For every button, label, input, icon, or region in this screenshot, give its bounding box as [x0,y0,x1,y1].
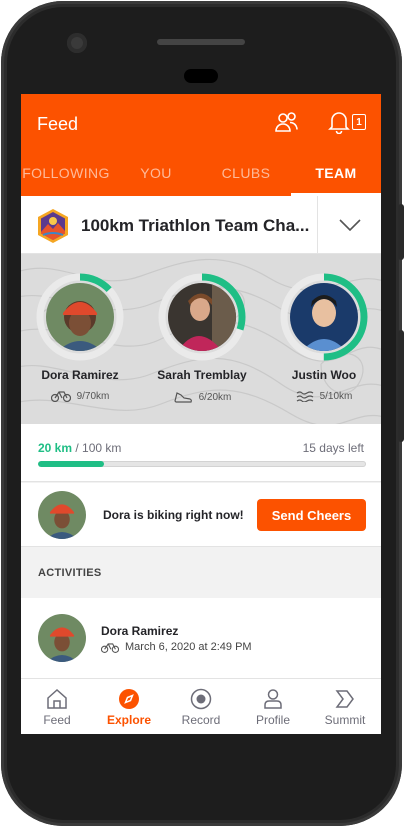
live-activity-card: Dora is biking right now! Send Cheers [21,483,381,547]
challenge-badge-icon [37,208,69,244]
team-progress-text: 20 km / 100 km [38,441,121,455]
progress-ring [279,272,369,362]
days-left: 15 days left [302,441,364,455]
progress-ring [157,272,247,362]
member-stat: 6/20km [147,390,257,404]
progress-ring [35,272,125,362]
nav-profile[interactable]: Profile [237,679,309,734]
nav-label: Record [181,713,221,727]
member-card-justin[interactable]: Justin Woo 5/10km [269,272,379,402]
nav-record[interactable]: Record [165,679,237,734]
nav-label: Feed [43,713,71,727]
home-icon [47,688,67,709]
member-name: Dora Ramirez [41,368,119,382]
member-stat: 5/10km [269,390,379,402]
progress-separator: / [72,441,83,455]
nav-label: Summit [324,713,366,727]
avatar [168,283,236,351]
member-stat-value: 5/10km [319,390,353,402]
activity-meta: March 6, 2020 at 2:49 PM [101,641,252,653]
bottom-navigation: Feed Explore Record Profile Summit [21,678,381,734]
chevron-down-icon [338,219,361,231]
member-card-sarah[interactable]: Sarah Tremblay 6/20km [147,272,257,404]
people-icon [275,112,298,132]
front-camera [67,33,87,53]
avatar [290,283,358,351]
nav-label: Profile [255,713,290,727]
avatar [38,614,86,662]
proximity-sensor [184,69,218,83]
progress-current: 20 km [38,441,73,455]
profile-icon [264,689,282,709]
team-members-panel: Dora Ramirez 9/70km Sarah Tremblay 6/20k… [21,254,381,424]
send-cheers-button[interactable]: Send Cheers [257,499,366,531]
progress-bar-fill [38,461,104,467]
nav-summit[interactable]: Summit [309,679,381,734]
summit-icon [335,690,354,708]
volume-button [398,204,404,260]
top-bar: Feed 1 FOLLOWING YOU CLUBS TEAM [21,94,381,196]
challenge-header: 100km Triathlon Team Cha... [21,196,381,254]
feed-tabs: FOLLOWING YOU CLUBS TEAM [21,156,381,196]
notifications-button[interactable]: 1 [325,108,369,136]
member-stat: 9/70km [25,390,135,402]
compass-icon [119,689,139,709]
member-name: Justin Woo [291,368,357,382]
member-card-dora[interactable]: Dora Ramirez 9/70km [25,272,135,402]
bike-icon [50,391,71,402]
section-title: ACTIVITIES [38,567,102,579]
tab-following[interactable]: FOLLOWING [21,156,111,196]
power-button [398,330,404,442]
tab-team[interactable]: TEAM [291,156,381,196]
tab-you[interactable]: YOU [111,156,201,196]
avatar [46,283,114,351]
avatar [38,491,86,539]
nav-feed[interactable]: Feed [21,679,93,734]
nav-explore[interactable]: Explore [93,679,165,734]
progress-total: 100 km [82,441,122,455]
swim-icon [296,391,313,402]
earpiece-speaker [157,39,245,45]
progress-bar [38,461,366,467]
team-progress: 20 km / 100 km 15 days left [21,424,381,482]
app-screen: Feed 1 FOLLOWING YOU CLUBS TEAM 100km Tr… [21,94,381,734]
challenge-title: 100km Triathlon Team Cha... [81,216,310,235]
member-stat-value: 6/20km [198,391,232,403]
live-status-text: Dora is biking right now! [103,508,244,522]
member-stat-value: 9/70km [76,390,110,402]
bell-icon [328,112,350,134]
challenge-dropdown-button[interactable] [317,196,381,254]
activity-athlete-name: Dora Ramirez [101,624,179,638]
bike-icon [101,642,119,653]
page-title: Feed [37,114,79,134]
member-name: Sarah Tremblay [157,368,247,382]
notification-badge: 1 [352,114,366,130]
activity-item[interactable]: Dora Ramirez March 6, 2020 at 2:49 PM [21,598,381,688]
shoe-icon [173,392,192,403]
activity-date: March 6, 2020 at 2:49 PM [125,641,252,653]
nav-label: Explore [106,713,151,727]
record-icon [190,688,212,710]
activities-section-header: ACTIVITIES [21,548,381,598]
tab-clubs[interactable]: CLUBS [201,156,291,196]
find-friends-button[interactable] [273,110,301,134]
